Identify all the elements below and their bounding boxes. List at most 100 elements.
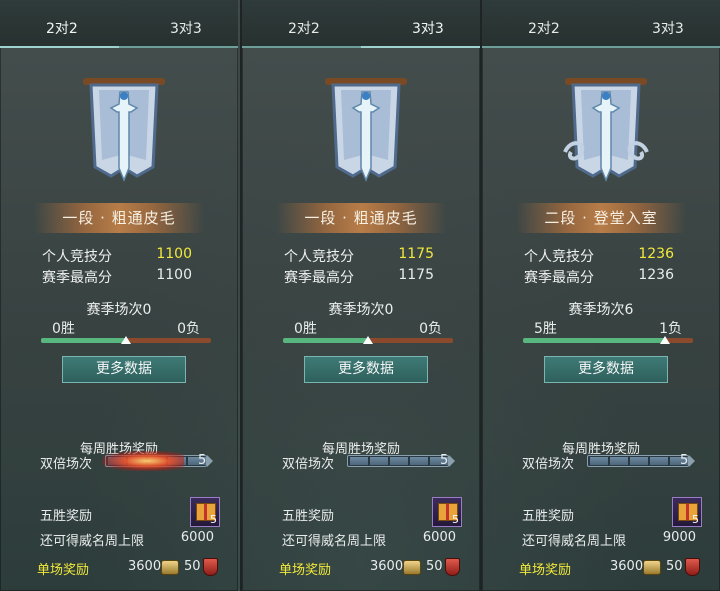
best-label: 赛季最高分 [284, 270, 354, 286]
five-win-label: 五胜奖励 [40, 509, 93, 524]
single-match-reward-label: 单场奖励 [279, 563, 332, 578]
mode-tabs: 2对2 3对3 [482, 0, 720, 48]
season-matches: 赛季场次6 [568, 302, 634, 318]
active-tab-indicator [361, 46, 480, 48]
arrow-right-icon [689, 455, 695, 467]
honor-badge-icon [203, 558, 218, 576]
arena-panel-1: 2对2 3对3 一段 · 粗通皮毛 个人竞技分 1100 赛季最高分 1100 … [0, 0, 238, 591]
weekly-cap-value: 6000 [180, 530, 214, 545]
win-loss-bar [523, 336, 693, 344]
tab-3v3[interactable]: 3对3 [412, 18, 444, 38]
win-loss-marker [121, 336, 131, 344]
losses-count: 0负 [177, 321, 200, 337]
weekly-cap-value: 9000 [662, 530, 696, 545]
double-matches-label: 双倍场次 [522, 457, 575, 472]
rank-title: 一段 · 粗通皮毛 [34, 203, 204, 233]
arena-panel-3: 2对2 3对3 二段 · 登堂入室 个人竞技分 1236 赛季最高分 1236 … [480, 0, 720, 591]
double-matches-bar [102, 451, 207, 471]
bar-segment [610, 457, 628, 465]
chest-count: 5 [692, 513, 699, 526]
more-data-button[interactable]: 更多数据 [62, 356, 186, 383]
chest-count: 5 [452, 513, 459, 526]
best-label: 赛季最高分 [524, 270, 594, 286]
double-matches-count: 5 [680, 453, 689, 468]
five-win-label: 五胜奖励 [522, 509, 575, 524]
reward-chest-icon[interactable]: 5 [432, 497, 462, 527]
bar-segment [410, 457, 428, 465]
mode-tabs: 2对2 3对3 [242, 0, 480, 48]
losses-count: 0负 [419, 321, 442, 337]
honor-reward: 50 [426, 559, 443, 574]
wins-count: 0胜 [52, 321, 75, 337]
season-matches: 赛季场次0 [86, 302, 152, 318]
honor-badge-icon [685, 558, 700, 576]
arena-screen: 2对2 3对3 一段 · 粗通皮毛 个人竞技分 1100 赛季最高分 1100 … [0, 0, 720, 591]
best-value: 1100 [156, 267, 192, 283]
win-loss-bar [41, 336, 211, 344]
double-matches-count: 5 [198, 453, 207, 468]
bar-segment [350, 457, 368, 465]
more-data-button[interactable]: 更多数据 [304, 356, 428, 383]
tab-2v2[interactable]: 2对2 [46, 18, 78, 38]
bar-segment [370, 457, 388, 465]
double-matches-label: 双倍场次 [282, 457, 335, 472]
bar-segment [390, 457, 408, 465]
tab-2v2[interactable]: 2对2 [528, 18, 560, 38]
coin-reward: 3600 [128, 559, 162, 574]
score-value: 1236 [638, 246, 674, 262]
win-fill [41, 338, 126, 343]
single-match-reward-label: 单场奖励 [37, 563, 90, 578]
bar-segment [630, 457, 648, 465]
win-fill [523, 338, 665, 343]
win-fill [283, 338, 368, 343]
best-value: 1236 [638, 267, 674, 283]
honor-badge-icon [445, 558, 460, 576]
win-loss-marker [659, 336, 670, 344]
five-win-label: 五胜奖励 [282, 509, 335, 524]
sword-banner-cloud-icon [563, 78, 649, 182]
best-value: 1175 [398, 267, 434, 283]
score-label: 个人竞技分 [42, 249, 112, 265]
double-matches-label: 双倍场次 [40, 457, 93, 472]
arrow-right-icon [207, 455, 213, 467]
more-data-button[interactable]: 更多数据 [544, 356, 668, 383]
bar-segment [590, 457, 608, 465]
sword-banner-icon [325, 78, 407, 182]
mode-tabs: 2对2 3对3 [0, 0, 238, 48]
score-value: 1175 [398, 246, 434, 262]
wins-count: 0胜 [294, 321, 317, 337]
score-value: 1100 [156, 246, 192, 262]
coin-icon [643, 560, 661, 575]
active-tab-indicator [0, 46, 119, 48]
honor-reward: 50 [666, 559, 683, 574]
double-matches-count: 5 [440, 453, 449, 468]
chest-count: 5 [210, 513, 217, 526]
rank-title: 二段 · 登堂入室 [516, 203, 686, 233]
tab-2v2[interactable]: 2对2 [288, 18, 320, 38]
tab-3v3[interactable]: 3对3 [652, 18, 684, 38]
best-label: 赛季最高分 [42, 270, 112, 286]
arena-panel-2: 2对2 3对3 一段 · 粗通皮毛 个人竞技分 1175 赛季最高分 1175 … [240, 0, 480, 591]
coin-reward: 3600 [370, 559, 404, 574]
arrow-right-icon [449, 455, 455, 467]
weekly-cap-value: 6000 [422, 530, 456, 545]
weekly-cap-label: 还可得威名周上限 [522, 534, 627, 549]
tab-3v3[interactable]: 3对3 [170, 18, 202, 38]
double-matches-bar [347, 455, 449, 467]
win-loss-bar [283, 336, 453, 344]
win-loss-marker [363, 336, 373, 344]
season-matches: 赛季场次0 [328, 302, 394, 318]
losses-count: 1负 [659, 321, 682, 337]
bar-segment [650, 457, 668, 465]
single-match-reward-label: 单场奖励 [519, 563, 572, 578]
reward-chest-icon[interactable]: 5 [672, 497, 702, 527]
coin-reward: 3600 [610, 559, 644, 574]
wins-count: 5胜 [534, 321, 557, 337]
weekly-cap-label: 还可得威名周上限 [40, 534, 145, 549]
sword-banner-icon [83, 78, 165, 182]
reward-chest-icon[interactable]: 5 [190, 497, 220, 527]
coin-icon [403, 560, 421, 575]
double-matches-bar [587, 455, 689, 467]
score-label: 个人竞技分 [524, 249, 594, 265]
score-label: 个人竞技分 [284, 249, 354, 265]
